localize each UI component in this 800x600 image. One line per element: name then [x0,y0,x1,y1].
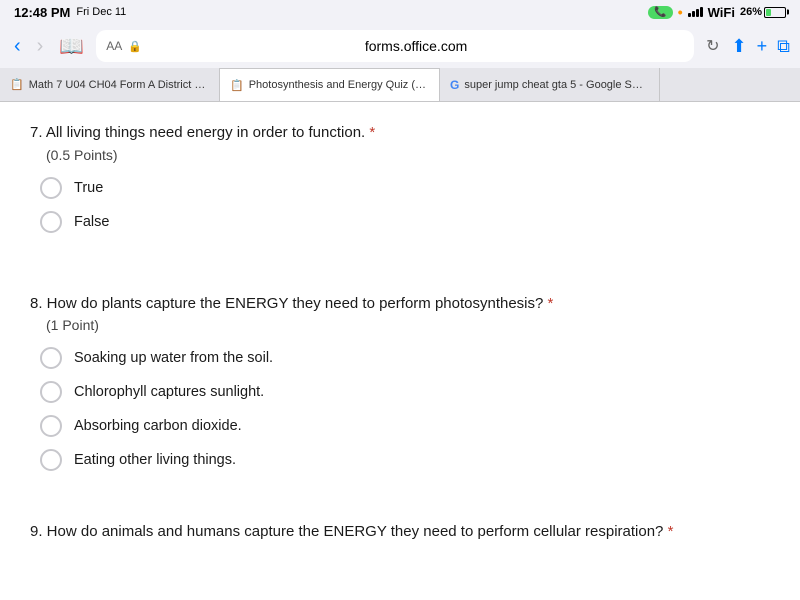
radio-carbon[interactable] [40,415,62,437]
option-true[interactable]: True [40,177,770,199]
tab-google-icon: G [450,78,459,92]
radio-chlorophyll[interactable] [40,381,62,403]
tab-google[interactable]: G super jump cheat gta 5 - Google Search [440,68,660,101]
page-content: 7. All living things need energy in orde… [0,102,800,600]
back-button[interactable]: ‹ [10,35,25,58]
tab-photosynthesis-label: Photosynthesis and Energy Quiz (Copy) [249,79,429,91]
forward-button[interactable]: › [33,35,48,58]
question-8: 8. How do plants capture the ENERGY they… [30,293,770,472]
radio-false[interactable] [40,211,62,233]
option-carbon-label: Absorbing carbon dioxide. [74,418,242,434]
option-carbon[interactable]: Absorbing carbon dioxide. [40,415,770,437]
radio-eating[interactable] [40,449,62,471]
question-7: 7. All living things need energy in orde… [30,122,770,233]
battery-percent: 26% [740,6,762,18]
status-indicators: 📞 • WiFi 26% [648,4,786,20]
tab-math-icon: 📋 [10,78,24,91]
text-size-button[interactable]: AA [106,39,122,53]
radio-true[interactable] [40,177,62,199]
question-7-number: 7. All living things need energy in orde… [30,124,365,141]
question-9-required: * [668,523,674,540]
tab-math-label: Math 7 U04 CH04 Form A District Common A… [29,79,209,91]
battery-icon [764,7,786,18]
question-9: 9. How do animals and humans capture the… [30,521,770,544]
lock-icon: 🔒 [128,40,142,53]
new-tab-button[interactable]: + [757,36,768,57]
option-false[interactable]: False [40,211,770,233]
browser-actions: ⬆ + ⧉ [732,36,790,57]
tab-math[interactable]: 📋 Math 7 U04 CH04 Form A District Common… [0,68,220,101]
question-7-points: (0.5 Points) [30,147,770,163]
question-9-title: 9. How do animals and humans capture the… [30,521,770,544]
tab-photosynthesis[interactable]: 📋 Photosynthesis and Energy Quiz (Copy) [220,68,440,101]
signal-bars [688,7,703,17]
question-8-points: (1 Point) [30,317,770,333]
option-chlorophyll-label: Chlorophyll captures sunlight. [74,384,264,400]
dot-indicator: • [678,4,683,20]
reader-icon[interactable]: 📖 [55,34,88,59]
option-water-label: Soaking up water from the soil. [74,350,273,366]
status-date: Fri Dec 11 [76,6,126,18]
address-bar[interactable]: AA 🔒 forms.office.com [96,30,694,62]
radio-water[interactable] [40,347,62,369]
option-false-label: False [74,214,109,230]
url-display[interactable]: forms.office.com [148,38,684,54]
question-8-title: 8. How do plants capture the ENERGY they… [30,293,770,316]
option-eating[interactable]: Eating other living things. [40,449,770,471]
question-8-required: * [548,295,554,312]
question-8-number: 8. How do plants capture the ENERGY they… [30,295,543,312]
tab-photosynthesis-icon: 📋 [230,79,244,92]
status-time: 12:48 PM [14,5,70,20]
tab-google-label: super jump cheat gta 5 - Google Search [464,79,649,91]
question-7-required: * [369,124,375,141]
share-button[interactable]: ⬆ [732,36,747,57]
question-9-number: 9. How do animals and humans capture the… [30,523,663,540]
option-true-label: True [74,180,103,196]
question-7-title: 7. All living things need energy in orde… [30,122,770,145]
wifi-icon: WiFi [708,5,735,20]
option-eating-label: Eating other living things. [74,452,236,468]
call-icon: 📞 [648,6,672,19]
option-water[interactable]: Soaking up water from the soil. [40,347,770,369]
tabs-bar: 📋 Math 7 U04 CH04 Form A District Common… [0,68,800,102]
tabs-overview-button[interactable]: ⧉ [777,36,790,57]
question-8-options: Soaking up water from the soil. Chloroph… [30,347,770,471]
status-bar: 12:48 PM Fri Dec 11 📞 • WiFi 26% [0,0,800,24]
option-chlorophyll[interactable]: Chlorophyll captures sunlight. [40,381,770,403]
reload-button[interactable]: ↻ [702,36,723,56]
browser-chrome: ‹ › 📖 AA 🔒 forms.office.com ↻ ⬆ + ⧉ [0,24,800,68]
question-7-options: True False [30,177,770,233]
battery-indicator: 26% [740,6,786,18]
